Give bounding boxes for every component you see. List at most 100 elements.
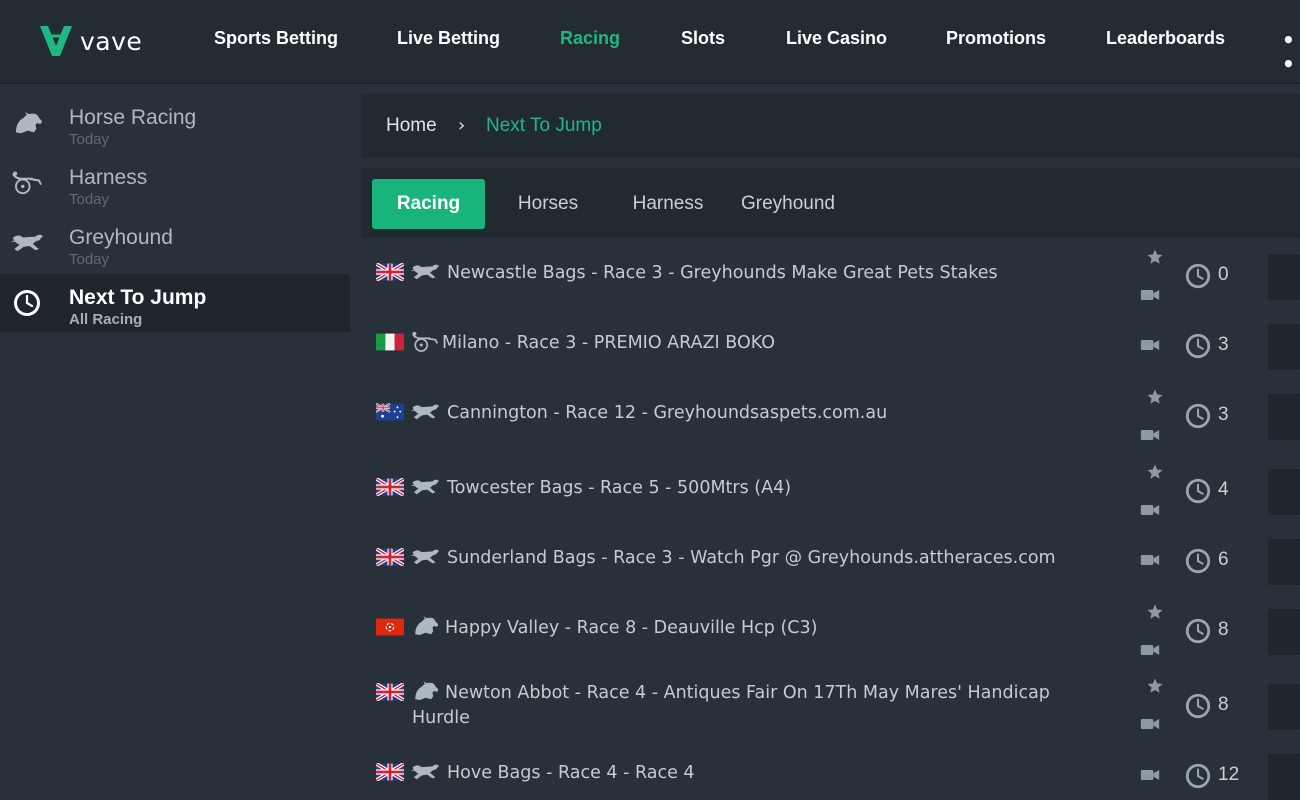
chevron-right-icon: › xyxy=(458,115,466,136)
clock-icon xyxy=(1184,402,1212,430)
nav-sports-betting[interactable]: Sports Betting xyxy=(214,28,338,49)
minutes-to-jump: 8 xyxy=(1218,619,1229,640)
tab-greyhound[interactable]: Greyhound xyxy=(733,179,843,229)
hong-kong-flag-icon xyxy=(376,618,404,636)
minutes-to-jump: 12 xyxy=(1218,764,1240,785)
tab-harness[interactable]: Harness xyxy=(624,179,712,229)
racing-sidebar: Horse Racing Today Harness Today Greyhou… xyxy=(0,86,352,800)
sidebar-item-greyhound[interactable]: Greyhound Today xyxy=(0,214,350,272)
race-action-box[interactable] xyxy=(1268,469,1300,515)
live-stream-icon[interactable] xyxy=(1140,338,1160,352)
sidebar-item-horse-racing[interactable]: Horse Racing Today xyxy=(0,94,350,152)
live-stream-icon[interactable] xyxy=(1140,503,1160,517)
nav-racing[interactable]: Racing xyxy=(560,28,620,49)
tab-racing[interactable]: Racing xyxy=(372,179,485,229)
uk-flag-icon xyxy=(376,683,404,701)
live-stream-icon[interactable] xyxy=(1140,643,1160,657)
brand-logo[interactable]: vave xyxy=(38,22,142,60)
tab-horses[interactable]: Horses xyxy=(505,179,591,229)
race-action-box[interactable] xyxy=(1268,684,1300,730)
sidebar-item-next-to-jump[interactable]: Next To Jump All Racing xyxy=(0,274,350,332)
sidebar-item-harness[interactable]: Harness Today xyxy=(0,154,350,212)
favourite-star-icon[interactable] xyxy=(1146,388,1164,406)
clock-icon xyxy=(1184,692,1212,720)
clock-icon xyxy=(1184,617,1212,645)
live-stream-icon[interactable] xyxy=(1140,717,1160,731)
race-name[interactable]: Newton Abbot - Race 4 - Antiques Fair On… xyxy=(412,681,1092,731)
minutes-to-jump: 3 xyxy=(1218,404,1229,425)
uk-flag-icon xyxy=(376,263,404,281)
minutes-to-jump: 0 xyxy=(1218,264,1229,285)
race-row[interactable]: Newton Abbot - Race 4 - Antiques Fair On… xyxy=(362,673,1300,745)
race-action-box[interactable] xyxy=(1268,539,1300,585)
sidebar-item-subtitle: Today xyxy=(69,191,110,208)
minutes-to-jump: 8 xyxy=(1218,694,1229,715)
race-row[interactable]: Milano - Race 3 - PREMIO ARAZI BOKO 3 xyxy=(362,318,1300,380)
sidebar-item-subtitle: Today xyxy=(69,131,110,148)
greyhound-icon xyxy=(410,545,440,569)
live-stream-icon[interactable] xyxy=(1140,768,1160,782)
favourite-star-icon[interactable] xyxy=(1146,677,1164,695)
race-action-box[interactable] xyxy=(1268,754,1300,800)
live-stream-icon[interactable] xyxy=(1140,553,1160,567)
nav-promotions[interactable]: Promotions xyxy=(946,28,1046,49)
minutes-to-jump: 6 xyxy=(1218,549,1229,570)
uk-flag-icon xyxy=(376,548,404,566)
race-row[interactable]: Hove Bags - Race 4 - Race 4 12 xyxy=(362,748,1300,800)
clock-icon xyxy=(12,288,42,318)
clock-icon xyxy=(1184,262,1212,290)
race-name[interactable]: Happy Valley - Race 8 - Deauville Hcp (C… xyxy=(445,616,817,641)
horse-icon xyxy=(410,614,440,638)
uk-flag-icon xyxy=(376,763,404,781)
favourite-star-icon[interactable] xyxy=(1146,463,1164,481)
race-action-box[interactable] xyxy=(1268,394,1300,440)
race-action-box[interactable] xyxy=(1268,609,1300,655)
race-type-tabs: Racing Horses Harness Greyhound xyxy=(361,168,1300,238)
nav-live-betting[interactable]: Live Betting xyxy=(397,28,500,49)
uk-flag-icon xyxy=(376,478,404,496)
race-name[interactable]: Newcastle Bags - Race 3 - Greyhounds Mak… xyxy=(447,261,998,286)
race-row[interactable]: Newcastle Bags - Race 3 - Greyhounds Mak… xyxy=(362,248,1300,310)
top-navigation: vave Sports Betting Live Betting Racing … xyxy=(0,0,1300,84)
harness-icon xyxy=(10,166,44,200)
sidebar-item-title: Horse Racing xyxy=(69,106,197,129)
race-name[interactable]: Towcester Bags - Race 5 - 500Mtrs (A4) xyxy=(447,476,791,501)
race-row[interactable]: Happy Valley - Race 8 - Deauville Hcp (C… xyxy=(362,603,1300,665)
breadcrumb-home-link[interactable]: Home xyxy=(386,115,437,137)
race-row[interactable]: Sunderland Bags - Race 3 - Watch Pgr @ G… xyxy=(362,533,1300,595)
nav-live-casino[interactable]: Live Casino xyxy=(786,28,887,49)
sidebar-item-title: Harness xyxy=(69,166,148,189)
race-name[interactable]: Cannington - Race 12 - Greyhoundsaspets.… xyxy=(447,401,887,426)
brand-name: vave xyxy=(80,26,143,56)
race-name[interactable]: Milano - Race 3 - PREMIO ARAZI BOKO xyxy=(442,331,775,356)
minutes-to-jump: 4 xyxy=(1218,479,1229,500)
nav-slots[interactable]: Slots xyxy=(681,28,725,49)
greyhound-icon xyxy=(410,475,440,499)
vave-logo-icon xyxy=(40,26,72,56)
italy-flag-icon xyxy=(376,333,404,351)
breadcrumb: Home › Next To Jump xyxy=(361,94,1300,158)
race-action-box[interactable] xyxy=(1268,254,1300,300)
race-name[interactable]: Hove Bags - Race 4 - Race 4 xyxy=(447,761,695,786)
greyhound-icon xyxy=(10,226,44,260)
sidebar-item-title: Next To Jump xyxy=(69,286,207,309)
favourite-star-icon[interactable] xyxy=(1146,248,1164,266)
harness-icon xyxy=(410,330,440,354)
race-name[interactable]: Sunderland Bags - Race 3 - Watch Pgr @ G… xyxy=(447,546,1056,571)
race-row[interactable]: Towcester Bags - Race 5 - 500Mtrs (A4) 4 xyxy=(362,463,1300,525)
more-menu-icon[interactable]: • • xyxy=(1282,28,1300,76)
nav-leaderboards[interactable]: Leaderboards xyxy=(1106,28,1225,49)
live-stream-icon[interactable] xyxy=(1140,288,1160,302)
greyhound-icon xyxy=(410,260,440,284)
sidebar-item-subtitle: Today xyxy=(69,251,110,268)
sidebar-item-subtitle: All Racing xyxy=(69,311,143,328)
live-stream-icon[interactable] xyxy=(1140,428,1160,442)
breadcrumb-current: Next To Jump xyxy=(486,115,602,136)
race-row[interactable]: Cannington - Race 12 - Greyhoundsaspets.… xyxy=(362,388,1300,450)
clock-icon xyxy=(1184,547,1212,575)
minutes-to-jump: 3 xyxy=(1218,334,1229,355)
greyhound-icon xyxy=(410,760,440,784)
race-action-box[interactable] xyxy=(1268,324,1300,370)
clock-icon xyxy=(1184,332,1212,360)
favourite-star-icon[interactable] xyxy=(1146,603,1164,621)
